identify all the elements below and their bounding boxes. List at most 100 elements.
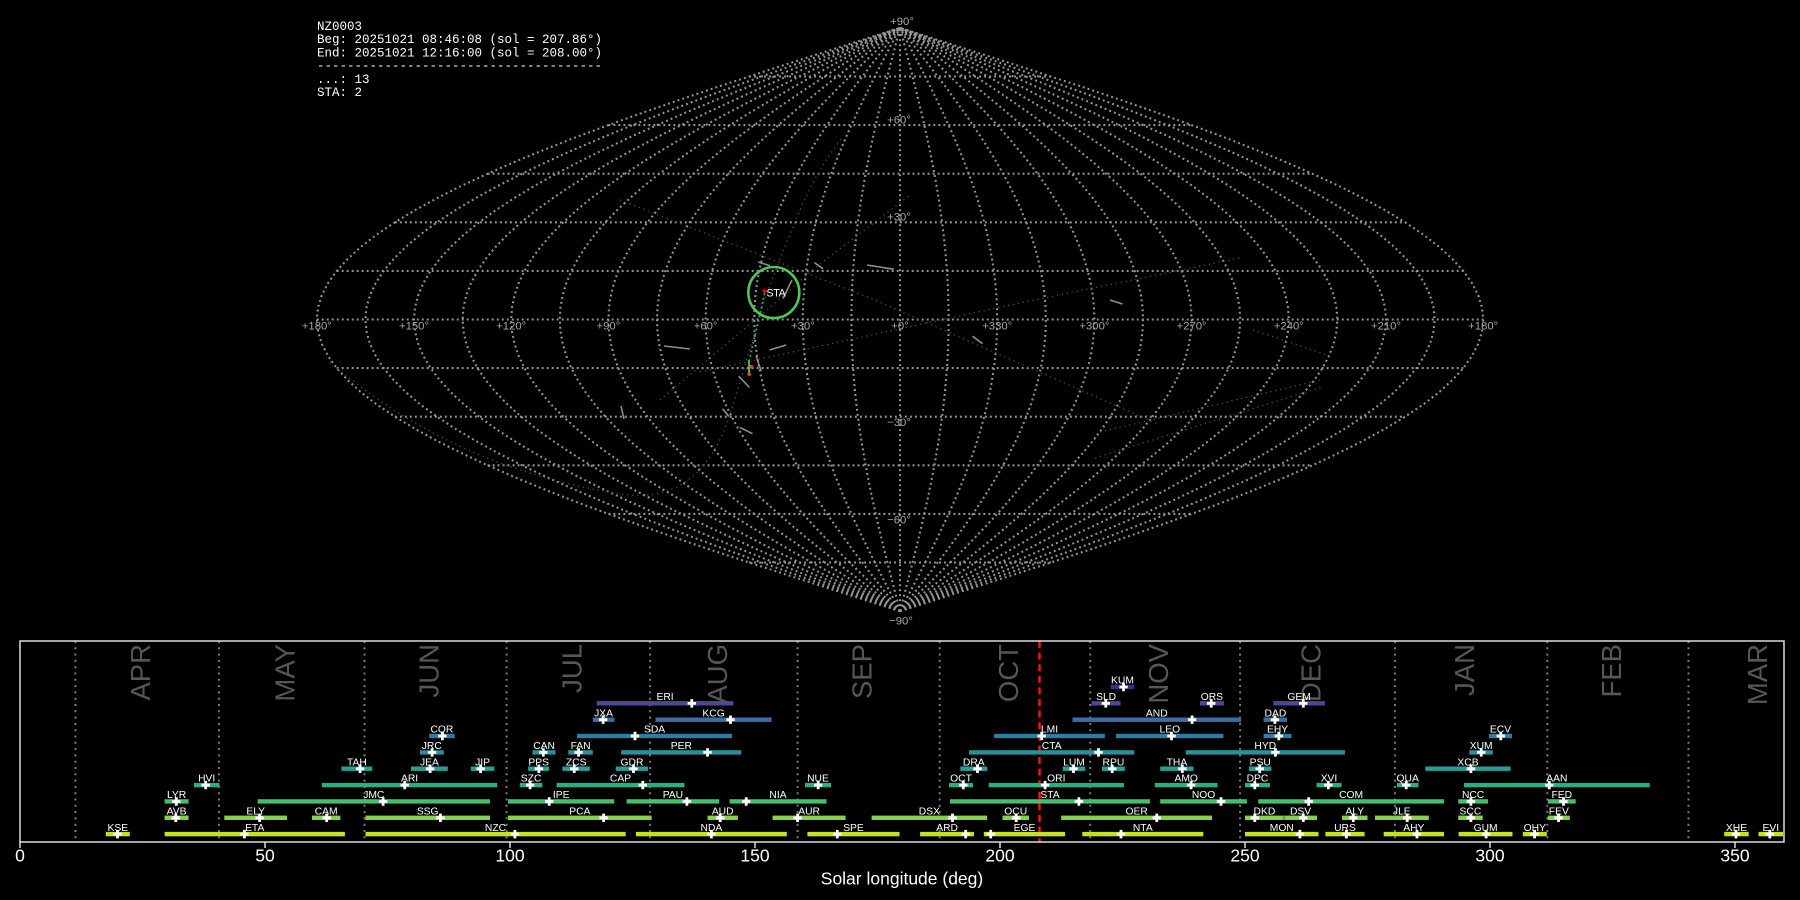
svg-text:SPE: SPE — [843, 823, 864, 834]
svg-text:NTA: NTA — [1133, 823, 1153, 834]
svg-text:+180°: +180° — [302, 321, 332, 333]
svg-text:KUM: KUM — [1111, 676, 1134, 687]
svg-text:LUM: LUM — [1063, 757, 1085, 768]
svg-text:MAR: MAR — [1742, 644, 1773, 705]
svg-text:DRA: DRA — [963, 757, 985, 768]
svg-text:...: 13: ...: 13 — [317, 73, 370, 87]
svg-text:AMO: AMO — [1174, 774, 1197, 785]
svg-text:XUM: XUM — [1470, 741, 1493, 752]
svg-text:JMC: JMC — [363, 790, 385, 801]
svg-text:CAM: CAM — [315, 806, 338, 817]
svg-text:+330°: +330° — [982, 321, 1012, 333]
svg-text:ELY: ELY — [246, 806, 265, 817]
svg-text:NOO: NOO — [1192, 790, 1215, 801]
svg-text:AVB: AVB — [167, 806, 187, 817]
svg-text:CAP: CAP — [610, 774, 631, 785]
svg-text:ORI: ORI — [1047, 774, 1065, 785]
svg-text:AUD: AUD — [712, 806, 734, 817]
svg-text:FED: FED — [1551, 790, 1572, 801]
svg-text:LYR: LYR — [167, 790, 186, 801]
svg-text:XVI: XVI — [1321, 774, 1338, 785]
svg-text:SSG: SSG — [417, 806, 439, 817]
svg-text:ETA: ETA — [245, 823, 264, 834]
svg-text:AHY: AHY — [1403, 823, 1424, 834]
svg-text:Beg: 20251021 08:46:08 (sol =: Beg: 20251021 08:46:08 (sol = 207.86°) — [317, 33, 602, 47]
svg-text:NIA: NIA — [769, 790, 786, 801]
svg-text:DKD: DKD — [1254, 806, 1276, 817]
svg-text:STA: 2: STA: 2 — [317, 86, 362, 100]
svg-text:JIP: JIP — [475, 757, 490, 768]
svg-text:PPS: PPS — [528, 757, 549, 768]
svg-text:ORS: ORS — [1201, 692, 1223, 703]
svg-text:GUM: GUM — [1474, 823, 1498, 834]
svg-text:JUN: JUN — [414, 644, 445, 697]
svg-text:+30°: +30° — [791, 321, 815, 333]
svg-text:+270°: +270° — [1177, 321, 1207, 333]
svg-text:0: 0 — [15, 846, 25, 866]
svg-text:FEB: FEB — [1596, 644, 1627, 697]
svg-text:ERI: ERI — [657, 692, 674, 703]
svg-text:End: 20251021 12:16:00 (sol =: End: 20251021 12:16:00 (sol = 208.00°) — [317, 46, 602, 60]
svg-text:KSE: KSE — [107, 823, 128, 834]
svg-text:SLD: SLD — [1096, 692, 1116, 703]
svg-text:XHE: XHE — [1726, 823, 1747, 834]
svg-text:+120°: +120° — [496, 321, 526, 333]
svg-text:STA: STA — [767, 288, 787, 300]
svg-text:Solar longitude (deg): Solar longitude (deg) — [821, 869, 983, 889]
svg-text:EHY: EHY — [1267, 725, 1288, 736]
svg-text:ALY: ALY — [1345, 806, 1364, 817]
svg-text:MAY: MAY — [270, 644, 301, 702]
svg-text:QUA: QUA — [1397, 774, 1419, 785]
svg-text:DSX: DSX — [919, 806, 940, 817]
svg-text:KCG: KCG — [702, 708, 724, 719]
svg-text:OCT: OCT — [950, 774, 972, 785]
svg-text:DSV: DSV — [1290, 806, 1311, 817]
svg-text:+60°: +60° — [887, 114, 911, 126]
svg-text:JAN: JAN — [1449, 644, 1480, 696]
svg-text:+60°: +60° — [694, 321, 718, 333]
svg-text:JRC: JRC — [422, 741, 443, 752]
svg-text:CAN: CAN — [533, 741, 555, 752]
svg-text:OCU: OCU — [1004, 806, 1027, 817]
svg-text:CQR: CQR — [430, 725, 453, 736]
svg-text:FAN: FAN — [571, 741, 591, 752]
svg-text:+300°: +300° — [1079, 321, 1109, 333]
svg-text:AAN: AAN — [1546, 774, 1567, 785]
svg-text:DAD: DAD — [1265, 708, 1287, 719]
svg-text:+0°: +0° — [891, 321, 908, 333]
svg-text:+180°: +180° — [1468, 321, 1498, 333]
svg-text:−60°: −60° — [887, 514, 911, 526]
svg-text:50: 50 — [255, 846, 275, 866]
svg-text:+240°: +240° — [1274, 321, 1304, 333]
svg-text:AUR: AUR — [798, 806, 820, 817]
svg-text:NUE: NUE — [807, 774, 829, 785]
svg-text:+90°: +90° — [890, 16, 914, 28]
svg-text:150: 150 — [740, 846, 769, 866]
svg-text:JUL: JUL — [556, 644, 587, 693]
svg-text:ECV: ECV — [1490, 725, 1511, 736]
svg-text:HVI: HVI — [198, 774, 215, 785]
svg-text:ZCS: ZCS — [566, 757, 587, 768]
svg-text:OER: OER — [1126, 806, 1148, 817]
svg-text:RPU: RPU — [1103, 757, 1125, 768]
svg-text:NDA: NDA — [701, 823, 723, 834]
svg-text:SDA: SDA — [644, 725, 665, 736]
svg-text:AND: AND — [1146, 708, 1168, 719]
svg-text:+210°: +210° — [1371, 321, 1401, 333]
svg-text:DPC: DPC — [1247, 774, 1269, 785]
svg-text:CTA: CTA — [1042, 741, 1062, 752]
svg-text:PAU: PAU — [663, 790, 683, 801]
svg-text:350: 350 — [1720, 846, 1749, 866]
svg-text:+150°: +150° — [399, 321, 429, 333]
svg-text:TAH: TAH — [347, 757, 367, 768]
svg-text:XCB: XCB — [1457, 757, 1478, 768]
svg-text:SZC: SZC — [521, 774, 542, 785]
svg-text:OHY: OHY — [1524, 823, 1546, 834]
svg-text:MON: MON — [1270, 823, 1294, 834]
svg-text:FEV: FEV — [1549, 806, 1569, 817]
svg-text:NZ0003: NZ0003 — [317, 20, 362, 34]
svg-text:250: 250 — [1230, 846, 1259, 866]
svg-text:STA: STA — [1040, 790, 1059, 801]
svg-text:300: 300 — [1475, 846, 1504, 866]
svg-text:GDR: GDR — [621, 757, 644, 768]
